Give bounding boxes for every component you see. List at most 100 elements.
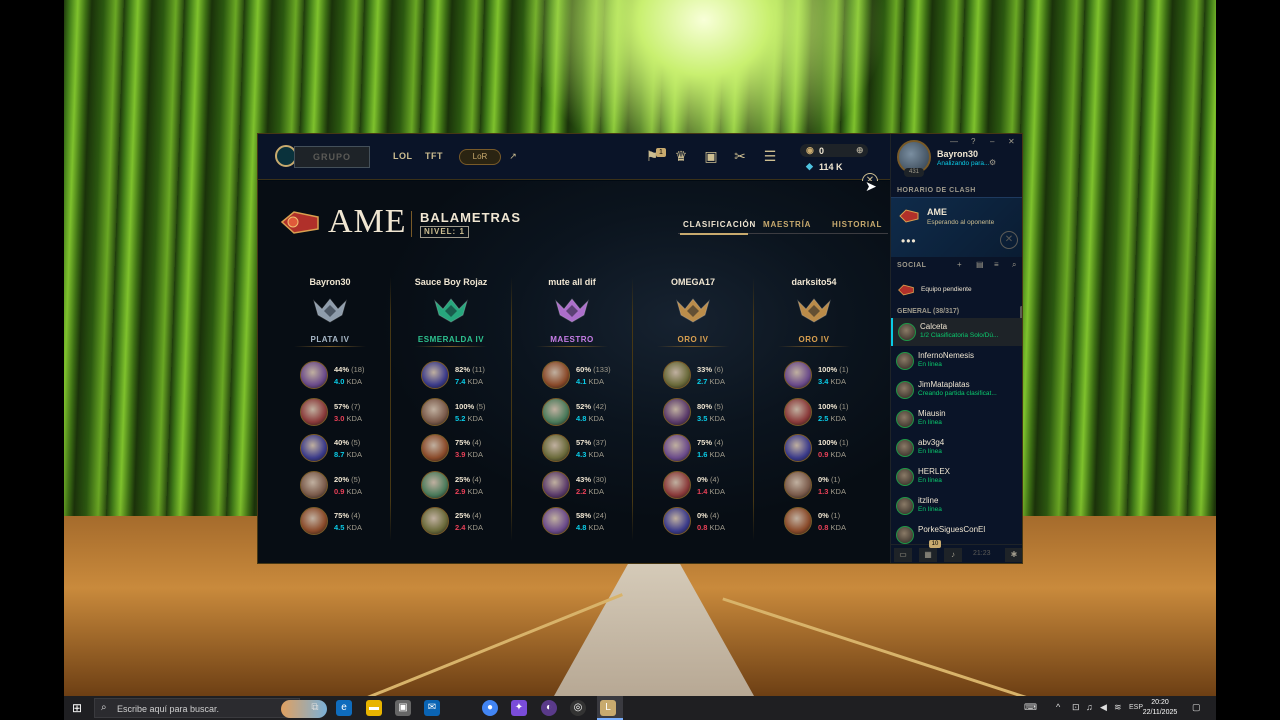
champion-row[interactable]: 25% (4) 2.9 KDA (421, 470, 521, 501)
clash-schedule-card[interactable]: AME Esperando al oponente ••• ✕ (891, 197, 1022, 257)
friend-item[interactable]: abv3g4 En línea (891, 434, 1022, 462)
champion-portrait-icon (542, 361, 570, 389)
collection-icon[interactable]: ▣ (702, 147, 720, 165)
champion-row[interactable]: 80% (5) 3.5 KDA (663, 397, 763, 428)
champion-row[interactable]: 75% (4) 4.5 KDA (300, 507, 400, 537)
help-icon[interactable]: ? (971, 137, 975, 146)
clash-icon[interactable]: ♛ (672, 147, 690, 165)
friend-item[interactable]: InfernoNemesis En línea (891, 347, 1022, 375)
friend-item[interactable]: Calceta 1/2 Clasificatoria Solo/Dú... (891, 318, 1022, 346)
minimize-icon[interactable]: — (950, 137, 958, 146)
chat-icon[interactable]: ▭ (894, 548, 912, 562)
nav-lol[interactable]: LOL (393, 151, 413, 161)
search-icon[interactable]: ⌕ (1012, 260, 1016, 270)
copilot-icon[interactable]: ✦ (511, 700, 527, 716)
summoner-name[interactable]: Bayron30 (937, 149, 978, 159)
champion-row[interactable]: 20% (5) 0.9 KDA (300, 470, 400, 501)
champion-row[interactable]: 57% (7) 3.0 KDA (300, 397, 400, 428)
tab-clasificacion[interactable]: CLASIFICACIÓN (683, 220, 756, 229)
tray-expand-icon[interactable]: ^ (1056, 702, 1060, 712)
nav-tft[interactable]: TFT (425, 151, 443, 161)
champion-row[interactable]: 0% (1) 0.8 KDA (784, 507, 884, 537)
keyboard-icon[interactable]: ⌨ (1024, 702, 1037, 713)
tab-maestria[interactable]: MAESTRÍA (763, 220, 811, 229)
player-name[interactable]: OMEGA17 (633, 277, 753, 287)
champion-row[interactable]: 0% (4) 1.4 KDA (663, 470, 763, 501)
champion-row[interactable]: 100% (5) 5.2 KDA (421, 397, 521, 428)
notification-center-icon[interactable]: ▢ (1192, 702, 1201, 713)
champion-winrate: 75% (4) (334, 511, 361, 520)
rank-emblem-icon (675, 298, 711, 323)
taskbar-clock[interactable]: 20:20 22/11/2025 (1140, 698, 1180, 718)
champion-row[interactable]: 100% (1) 0.9 KDA (784, 434, 884, 464)
task-view-icon[interactable]: ⧉ (307, 700, 323, 716)
mail-icon[interactable]: ✉ (424, 700, 440, 716)
pending-team[interactable]: Equipo pendiente (891, 280, 1022, 300)
champion-row[interactable]: 58% (24) 4.8 KDA (542, 507, 642, 537)
champion-row[interactable]: 44% (18) 4.0 KDA (300, 361, 400, 391)
add-rp-icon[interactable]: ⊕ (856, 145, 864, 156)
discord-icon[interactable]: ◐ (541, 700, 557, 716)
player-name[interactable]: Sauce Boy Rojaz (391, 277, 511, 287)
clash-card-close-icon[interactable]: ✕ (1000, 231, 1018, 249)
champion-row[interactable]: 0% (4) 0.8 KDA (663, 507, 763, 537)
minimize-window-icon[interactable]: – (990, 137, 994, 146)
champion-portrait-icon (663, 434, 691, 462)
champion-row[interactable]: 43% (30) 2.2 KDA (542, 470, 642, 501)
obs-icon[interactable]: ◎ (570, 700, 586, 716)
champion-row[interactable]: 33% (6) 2.7 KDA (663, 361, 763, 391)
champion-row[interactable]: 100% (1) 3.4 KDA (784, 361, 884, 391)
friend-item[interactable]: itzline En línea (891, 492, 1022, 520)
champion-portrait-icon (784, 361, 812, 389)
summoner-status[interactable]: Analizando para... (937, 160, 989, 167)
file-explorer-icon[interactable]: ▬ (366, 700, 382, 716)
champion-row[interactable]: 52% (42) 4.8 KDA (542, 397, 642, 428)
bug-icon[interactable]: ✱ (1005, 548, 1022, 562)
champion-portrait-icon (300, 434, 328, 462)
notifications-icon[interactable]: ▦ (919, 548, 937, 562)
network-icon[interactable]: ⊡ (1072, 702, 1080, 713)
friend-avatar (896, 468, 914, 486)
league-client-icon[interactable]: L (600, 700, 616, 716)
champion-row[interactable]: 40% (5) 8.7 KDA (300, 434, 400, 464)
edge-icon[interactable]: e (336, 700, 352, 716)
chrome-icon[interactable]: ● (482, 700, 498, 716)
voice-icon[interactable]: ♪ (944, 548, 962, 562)
settings-icon[interactable]: ⚙ (989, 158, 996, 167)
champion-row[interactable]: 57% (37) 4.3 KDA (542, 434, 642, 464)
friend-item[interactable]: Miausin En línea (891, 405, 1022, 433)
add-friend-icon[interactable]: + (957, 260, 962, 269)
tab-historial[interactable]: HISTORIAL (832, 220, 882, 229)
folder-icon[interactable]: ▤ (976, 260, 984, 269)
external-link-icon[interactable]: ↗ (504, 147, 522, 165)
friend-group-header[interactable]: GENERAL (38/317) (897, 308, 959, 315)
player-name[interactable]: mute all dif (512, 277, 632, 287)
loot-icon[interactable]: ✂ (731, 147, 749, 165)
volume-icon[interactable]: ◀ (1100, 702, 1107, 713)
champion-winrate: 57% (37) (576, 438, 607, 447)
champion-row[interactable]: 82% (11) 7.4 KDA (421, 361, 521, 391)
mic-icon[interactable]: ♫ (1086, 702, 1093, 712)
letterbox-left (0, 0, 64, 720)
list-icon[interactable]: ≡ (994, 260, 999, 269)
taskbar-search[interactable]: ⌕ Escribe aquí para buscar. (94, 698, 327, 718)
player-name[interactable]: darksito54 (754, 277, 874, 287)
champion-row[interactable]: 25% (4) 2.4 KDA (421, 507, 521, 537)
player-name[interactable]: Bayron30 (270, 277, 390, 287)
champion-row[interactable]: 0% (1) 1.3 KDA (784, 470, 884, 501)
friend-item[interactable]: JimMataplatas Creando partida clasificat… (891, 376, 1022, 404)
lor-button[interactable]: LoR (459, 149, 501, 165)
play-button[interactable]: GRUPO (294, 146, 370, 168)
champion-row[interactable]: 60% (133) 4.1 KDA (542, 361, 642, 391)
windows-start-icon[interactable]: ⊞ (72, 701, 86, 715)
champion-row[interactable]: 100% (1) 2.5 KDA (784, 397, 884, 428)
close-window-icon[interactable]: ✕ (1008, 137, 1015, 146)
rank-divider (536, 346, 608, 347)
champion-row[interactable]: 75% (4) 1.6 KDA (663, 434, 763, 464)
wifi-icon[interactable]: ≋ (1114, 702, 1122, 713)
champion-row[interactable]: 75% (4) 3.9 KDA (421, 434, 521, 464)
friend-item[interactable]: HERLEX En línea (891, 463, 1022, 491)
store-icon[interactable]: ▣ (395, 700, 411, 716)
rank-emblem-icon (796, 298, 832, 323)
store-icon[interactable]: ☰ (761, 147, 779, 165)
